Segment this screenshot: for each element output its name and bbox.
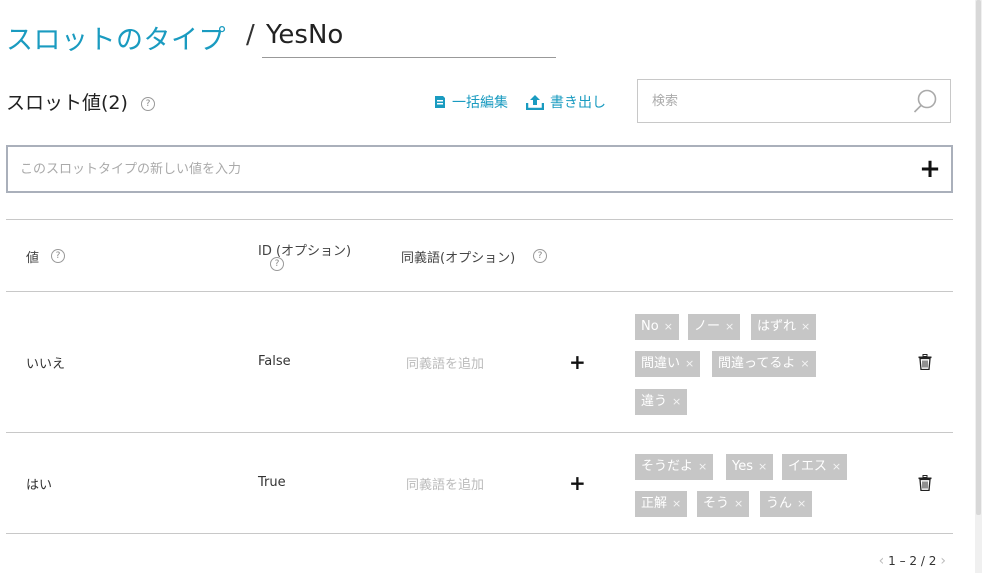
add-synonym-input[interactable]: 同義語を追加 [406,474,484,493]
slot-types-link[interactable]: スロットのタイプ [6,18,226,57]
search-input[interactable] [650,92,912,110]
remove-synonym-icon[interactable]: × [758,460,767,473]
remove-synonym-icon[interactable]: × [797,497,806,510]
remove-synonym-icon[interactable]: × [698,460,707,473]
synonym-tag: イエス × [782,454,848,480]
new-value-box: + [6,145,953,193]
row-id[interactable]: True [258,475,286,490]
add-synonym-button[interactable]: + [569,350,586,374]
remove-synonym-icon[interactable]: × [685,357,694,370]
row-id[interactable]: False [258,354,291,369]
synonym-tag-label: そうだよ [641,459,694,474]
slot-values-title: スロット値(2) [6,92,128,114]
synonym-tag: うん × [760,491,813,517]
add-synonym-button[interactable]: + [569,471,586,495]
row-value[interactable]: いいえ [26,353,65,372]
remove-synonym-icon[interactable]: × [801,320,810,333]
synonym-tag: ノー × [688,314,741,340]
synonym-tag: 間違ってるよ × [712,351,816,377]
synonym-tag: 間違い × [635,351,701,377]
row-divider [6,432,953,433]
synonym-tag: No × [635,314,679,340]
scrollbar-thumb[interactable] [976,0,981,515]
bulk-edit-label: 一括編集 [452,95,508,111]
synonym-tag-label: そう [703,496,730,511]
search-icon[interactable] [912,88,938,114]
pagination: ‹ 1 – 2 / 2 › [879,553,946,569]
synonym-tag: そう × [697,491,750,517]
table-top-divider [6,219,953,220]
row-value[interactable]: はい [26,474,52,493]
synonym-tag: はずれ × [751,314,817,340]
table-header-divider [6,291,953,292]
remove-synonym-icon[interactable]: × [672,497,681,510]
synonym-tag-label: 正解 [641,496,668,511]
bulk-edit-icon [435,96,445,108]
slot-values-help-icon[interactable]: ? [141,97,155,111]
slot-type-name[interactable]: YesNo [266,20,343,50]
column-header-value: 値 [26,251,40,266]
synonym-tag: そうだよ × [635,454,714,480]
synonym-tag: 正解 × [635,491,688,517]
synonym-tag-label: うん [766,496,793,511]
synonym-tag-label: 間違ってるよ [718,356,796,371]
synonym-tag-label: 違う [641,394,668,409]
remove-synonym-icon[interactable]: × [664,320,673,333]
synonym-tag-label: はずれ [757,319,797,334]
id-help-icon[interactable]: ? [270,257,284,271]
next-page-button[interactable]: › [940,553,946,569]
pagination-label: 1 – 2 / 2 [888,554,937,568]
synonym-tag: 違う × [635,389,688,415]
synonyms-help-icon[interactable]: ? [533,249,547,263]
synonym-tag: Yes × [726,454,774,480]
column-header-id: ID (オプション) [258,244,352,259]
previous-page-button[interactable]: ‹ [879,553,885,569]
new-value-input[interactable] [18,160,919,178]
delete-row-icon[interactable] [918,354,932,370]
delete-row-icon[interactable] [918,475,932,491]
upload-icon [526,95,544,110]
table-bottom-divider [6,533,953,534]
remove-synonym-icon[interactable]: × [832,460,841,473]
synonym-tag-label: イエス [788,459,827,474]
remove-synonym-icon[interactable]: × [725,320,734,333]
add-synonym-input[interactable]: 同義語を追加 [406,353,484,372]
export-button[interactable]: 書き出し [526,92,606,112]
synonym-tag-label: ノー [694,319,721,334]
synonym-tag-label: No [641,319,659,334]
synonym-tag-label: 間違い [641,356,681,371]
slot-type-name-underline [262,57,556,58]
value-help-icon[interactable]: ? [51,249,65,263]
remove-synonym-icon[interactable]: × [672,395,681,408]
remove-synonym-icon[interactable]: × [734,497,743,510]
remove-synonym-icon[interactable]: × [800,357,809,370]
breadcrumb-separator: / [246,20,255,50]
bulk-edit-button[interactable]: 一括編集 [434,92,508,112]
column-header-synonyms: 同義語(オプション) [401,251,516,266]
synonym-tag-label: Yes [732,459,753,474]
export-label: 書き出し [550,95,606,111]
search-box [637,79,951,123]
add-value-button[interactable]: + [919,154,941,184]
